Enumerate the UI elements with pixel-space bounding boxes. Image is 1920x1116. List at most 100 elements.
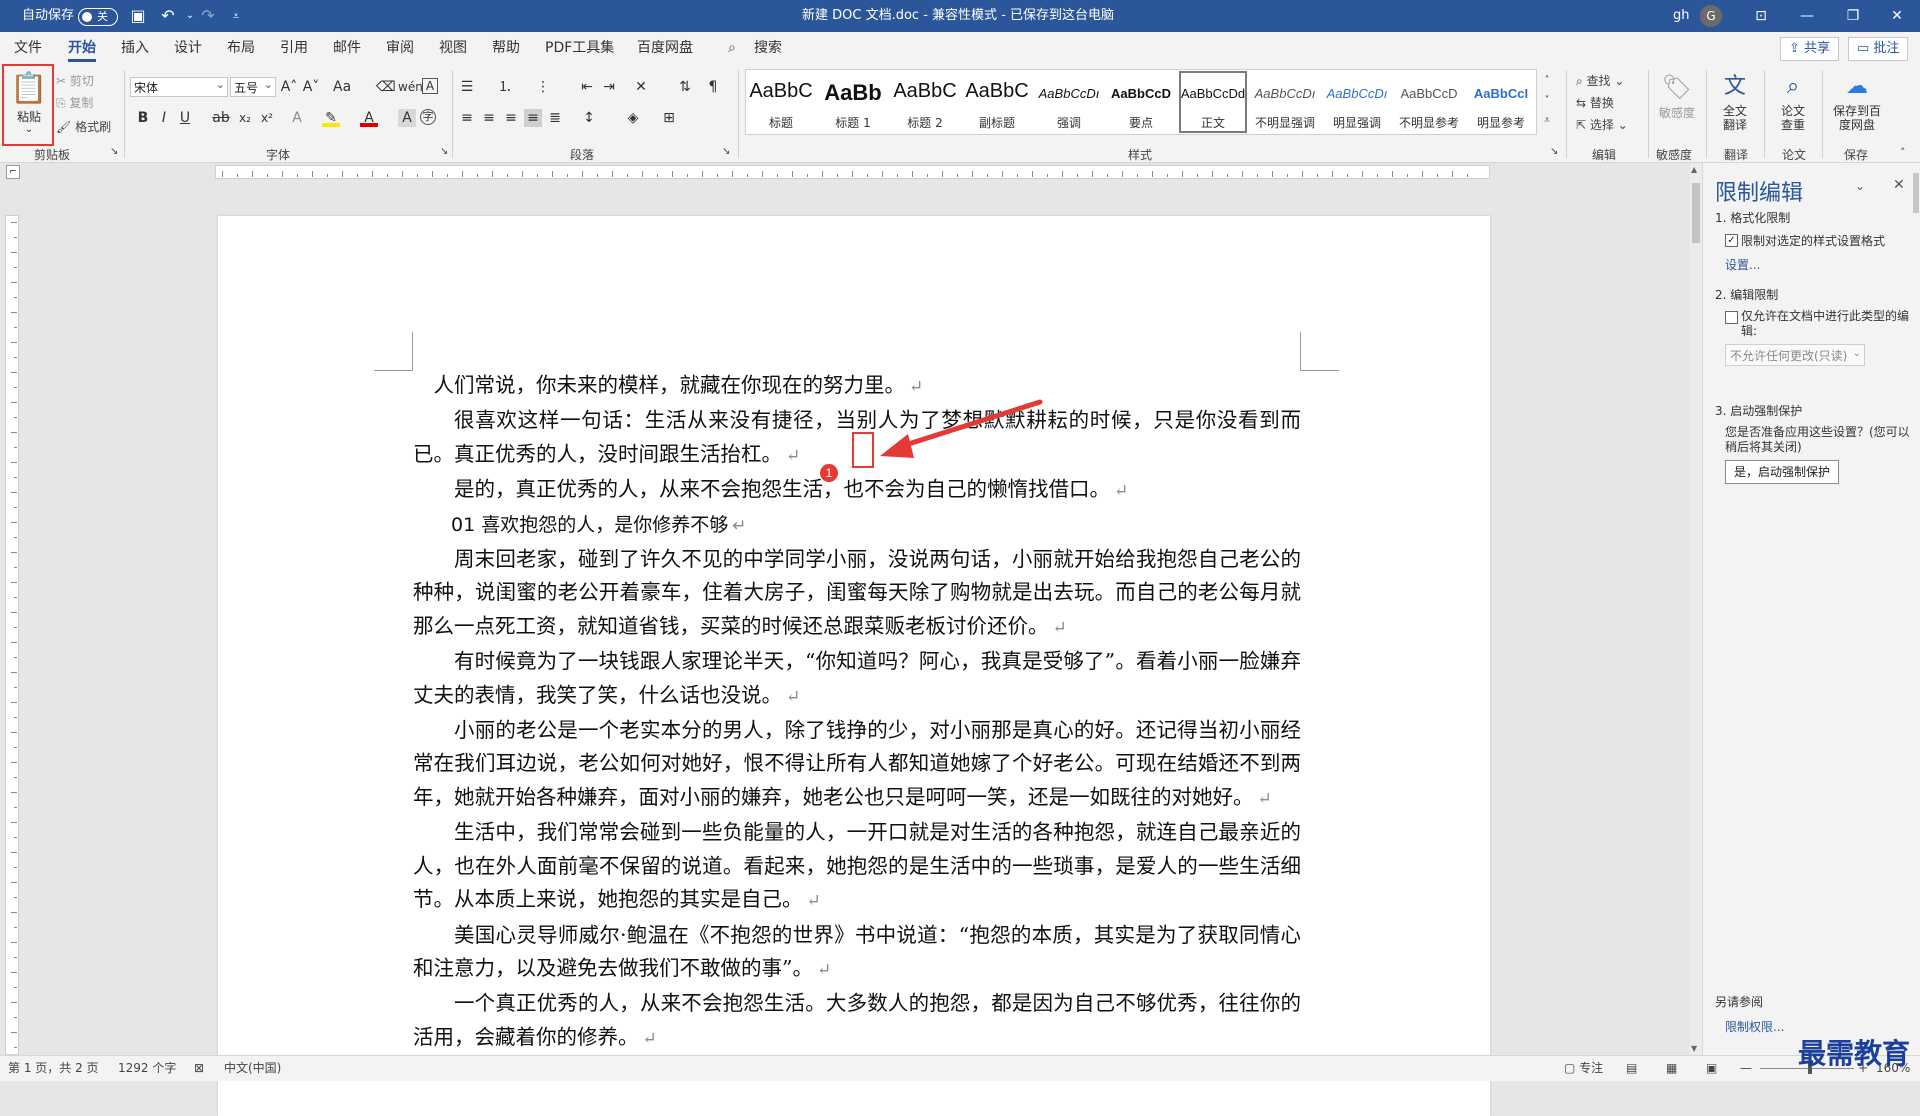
multilevel-list-icon[interactable]: ⋮ (534, 78, 552, 96)
font-size-combo[interactable]: 五号 (230, 75, 276, 97)
print-layout-icon[interactable]: ▦ (1666, 1056, 1677, 1081)
justify-icon[interactable]: ≡ (524, 109, 542, 127)
focus-mode-button[interactable]: ▢ 专注 (1564, 1056, 1603, 1081)
borders-icon[interactable]: ⊞ (660, 109, 678, 127)
pane-scroll-thumb[interactable] (1913, 173, 1919, 213)
tab-view[interactable]: 视图 (439, 32, 467, 64)
scroll-thumb[interactable] (1692, 183, 1700, 243)
sort-icon[interactable]: ⇅ (676, 78, 694, 96)
strikethrough-icon[interactable]: ab (212, 109, 230, 127)
proofing-icon[interactable]: ⊠ (194, 1056, 204, 1081)
zoom-out-icon[interactable]: — (1740, 1056, 1752, 1081)
customize-toolbar-icon[interactable]: ⩡ (226, 6, 246, 26)
style-strong[interactable]: AaBbCcD 要点 (1106, 70, 1176, 134)
shading-icon[interactable]: ◈ (624, 109, 642, 127)
tab-file[interactable]: 文件 (14, 32, 42, 64)
tab-pdf-tools[interactable]: PDF工具集 (545, 32, 614, 64)
style-title[interactable]: AaBbC 标题 (746, 70, 816, 134)
horizontal-ruler[interactable] (215, 165, 1490, 179)
tab-references[interactable]: 引用 (280, 32, 308, 64)
comments-button[interactable]: ▭ 批注 (1848, 37, 1909, 61)
numbering-icon[interactable]: ⒈ (496, 78, 514, 96)
tab-baidu-netdisk[interactable]: 百度网盘 (637, 32, 693, 64)
scroll-down-icon[interactable]: ▼ (1691, 1044, 1697, 1053)
save-icon[interactable]: ▣ (128, 6, 148, 26)
web-layout-icon[interactable]: ▣ (1706, 1056, 1717, 1081)
avatar[interactable]: G (1700, 5, 1722, 27)
sensitivity-button[interactable]: 🏷 敏感度 (1654, 70, 1700, 121)
gallery-down-icon[interactable]: ˅ (1538, 92, 1556, 110)
align-center-icon[interactable]: ≡ (480, 109, 498, 127)
highlight-color-icon[interactable]: ✎ (322, 109, 340, 127)
italic-icon[interactable]: I (155, 109, 173, 127)
subscript-icon[interactable]: x₂ (236, 109, 254, 127)
copy-button[interactable]: ⎘ 复制 (56, 94, 93, 111)
save-baidu-button[interactable]: ☁ 保存到百度网盘 (1826, 70, 1888, 132)
formatting-checkbox[interactable]: ✓ (1725, 234, 1738, 247)
close-icon[interactable]: ✕ (1874, 0, 1920, 32)
style-heading-1[interactable]: AaBb 标题 1 (818, 70, 888, 134)
gallery-up-icon[interactable]: ˄ (1538, 72, 1556, 90)
phonetic-guide-icon[interactable]: wén (398, 78, 423, 96)
shrink-font-icon[interactable]: A˅ (302, 78, 320, 96)
tab-review[interactable]: 审阅 (386, 32, 414, 64)
show-marks-icon[interactable]: ¶ (704, 78, 722, 96)
page-count[interactable]: 第 1 页，共 2 页 (8, 1056, 99, 1081)
undo-dropdown-icon[interactable]: ⌄ (180, 6, 200, 26)
cut-button[interactable]: ✂ 剪切 (56, 72, 94, 89)
style-subtle-reference[interactable]: AaBbCcD 不明显参考 (1394, 70, 1464, 134)
style-subtitle[interactable]: AaBbC 副标题 (962, 70, 1032, 134)
undo-icon[interactable]: ↶ (158, 6, 178, 26)
vertical-ruler[interactable] (5, 215, 19, 1055)
redo-icon[interactable]: ↷ (198, 6, 218, 26)
underline-icon[interactable]: U (176, 109, 194, 127)
decrease-indent-icon[interactable]: ⇤ (578, 78, 596, 96)
start-protection-button[interactable]: 是，启动强制保护 (1725, 460, 1840, 484)
tab-home[interactable]: 开始 (68, 32, 96, 64)
vertical-scrollbar[interactable]: ▲ ▼ (1690, 163, 1702, 1055)
dialog-launcher-icon[interactable]: ↘ (1550, 146, 1558, 157)
font-name-combo[interactable]: 宋体 (130, 75, 228, 97)
style-heading-2[interactable]: AaBbC 标题 2 (890, 70, 960, 134)
collapse-ribbon-icon[interactable]: ˄ (1900, 146, 1906, 159)
full-translate-button[interactable]: 文 全文翻译 (1710, 70, 1760, 132)
read-mode-icon[interactable]: ▤ (1626, 1056, 1637, 1081)
align-left-icon[interactable]: ≡ (458, 109, 476, 127)
restore-icon[interactable]: ❐ (1830, 0, 1876, 32)
replace-button[interactable]: ⇆ 替换 (1576, 94, 1614, 111)
paper-check-button[interactable]: ⌕ 论文查重 (1768, 70, 1818, 132)
tab-search[interactable]: 搜索 (754, 32, 782, 64)
font-color-icon[interactable]: A (360, 109, 378, 127)
scroll-up-icon[interactable]: ▲ (1691, 165, 1697, 174)
tab-selector-icon[interactable]: ⌐ (6, 165, 20, 179)
dialog-launcher-icon[interactable]: ↘ (110, 146, 118, 157)
language-indicator[interactable]: 中文(中国) (224, 1056, 281, 1081)
document-body[interactable]: 人们常说，你未来的模样，就藏在你现在的努力里。 ↵ 很喜欢这样一句话：生活从来没有… (413, 369, 1301, 1056)
gallery-more-icon[interactable]: ⩡ (1538, 112, 1556, 130)
text-effects-icon[interactable]: A (288, 109, 306, 127)
line-spacing-icon[interactable]: ↕ (580, 109, 598, 127)
autosave-toggle[interactable]: 关 (78, 8, 118, 26)
style-intense-reference[interactable]: AaBbCcI 明显参考 (1466, 70, 1536, 134)
pane-options-icon[interactable]: ⌄ (1855, 179, 1865, 193)
enclose-characters-icon[interactable]: 字 (420, 109, 436, 125)
pane-close-icon[interactable]: ✕ (1893, 177, 1905, 193)
grow-font-icon[interactable]: A˄ (280, 78, 298, 96)
style-emphasis[interactable]: AaBbCcDı 强调 (1034, 70, 1104, 134)
dialog-launcher-icon[interactable]: ↘ (722, 146, 730, 157)
select-button[interactable]: ⇱ 选择 ⌄ (1576, 116, 1628, 133)
settings-link[interactable]: 设置... (1725, 256, 1760, 273)
bold-icon[interactable]: B (134, 109, 152, 127)
share-button[interactable]: ⇪ 共享 (1780, 37, 1840, 61)
editing-checkbox[interactable] (1725, 311, 1738, 324)
format-painter-button[interactable]: 🖌 格式刷 (56, 118, 111, 135)
superscript-icon[interactable]: x² (258, 109, 276, 127)
chinese-layout-icon[interactable]: ✕ (632, 78, 650, 96)
editing-type-select[interactable]: 不允许任何更改(只读) ⌄ (1725, 344, 1865, 366)
distributed-icon[interactable]: ≣ (546, 109, 564, 127)
tab-layout[interactable]: 布局 (227, 32, 255, 64)
style-intense-emphasis[interactable]: AaBbCcDı 明显强调 (1322, 70, 1392, 134)
character-border-icon[interactable]: A (422, 78, 438, 94)
search-icon[interactable]: ⌕ (728, 32, 736, 64)
clear-format-icon[interactable]: ⌫ (376, 78, 396, 96)
